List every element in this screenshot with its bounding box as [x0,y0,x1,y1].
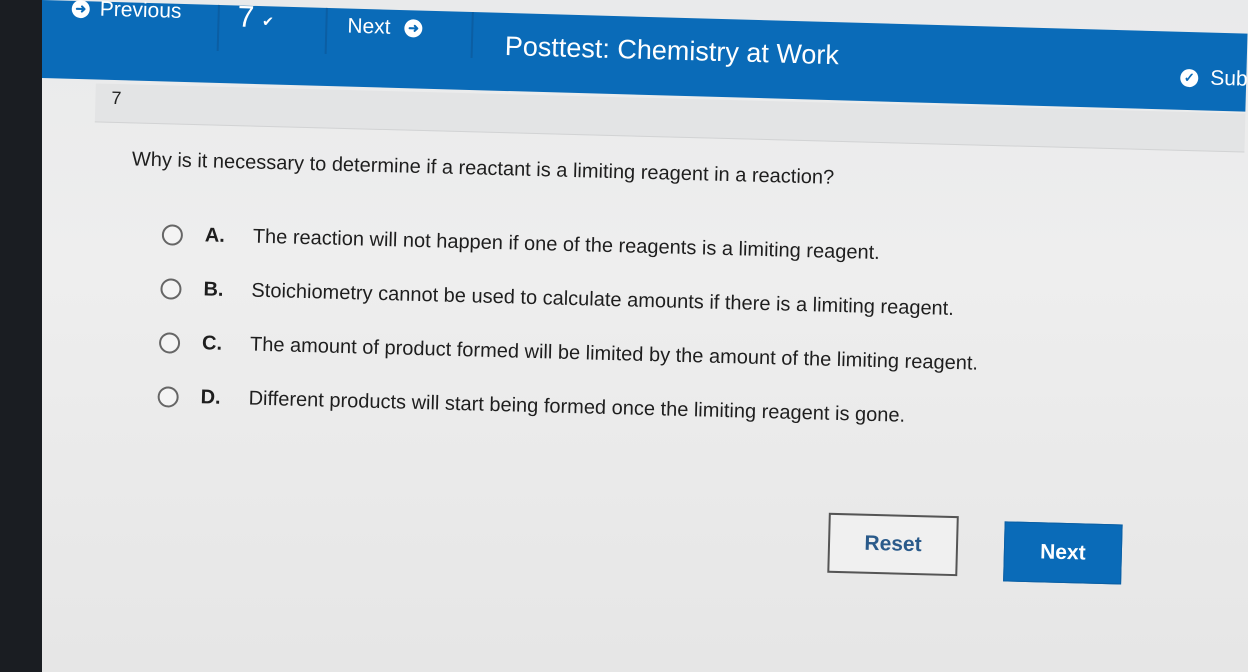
option-letter: B. [203,278,224,301]
option-letter: D. [200,386,221,409]
option-letter: A. [204,224,226,247]
question-panel: 7 Why is it necessary to determine if a … [42,0,1248,672]
option-text: Different products will start being form… [248,387,906,427]
option-text: The reaction will not happen if one of t… [252,225,880,265]
radio-button[interactable] [160,278,182,300]
option-text: Stoichiometry cannot be used to calculat… [251,279,955,320]
option-letter: C. [201,332,223,355]
question-text: Why is it necessary to determine if a re… [131,148,835,189]
reset-button[interactable]: Reset [827,512,959,577]
next-button[interactable]: Next [1003,521,1123,585]
answer-option-a[interactable]: A. The reaction will not happen if one o… [161,223,880,265]
radio-button[interactable] [158,332,181,354]
radio-button[interactable] [161,224,184,246]
answer-option-d[interactable]: D. Different products will start being f… [157,385,905,428]
question-number-bar: 7 [94,83,1246,153]
screen: ➜ Previous 7 ✔ Next ➜ Posttest: Chemistr… [42,0,1248,672]
radio-button[interactable] [157,386,179,408]
option-text: The amount of product formed will be lim… [249,333,979,375]
answer-option-c[interactable]: C. The amount of product formed will be … [158,331,979,375]
question-number: 7 [111,87,122,109]
answer-option-b[interactable]: B. Stoichiometry cannot be used to calcu… [160,277,954,321]
